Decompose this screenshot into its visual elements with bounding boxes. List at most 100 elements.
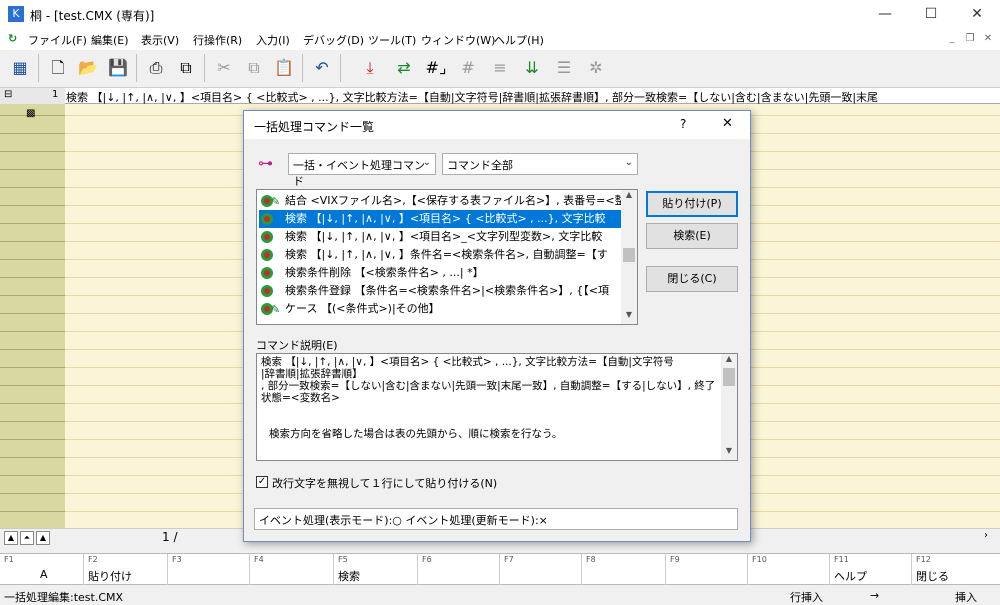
menu-tools[interactable]: ツール(T): [368, 32, 416, 48]
sort-icon[interactable]: ⇊: [518, 54, 546, 82]
ignore-newline-checkbox[interactable]: ✓: [256, 476, 268, 488]
prev-page-icon[interactable]: ⏶: [20, 531, 34, 545]
pen-icon: ✎: [271, 303, 281, 316]
chevron-down-icon: ⌄: [422, 157, 431, 168]
download-icon[interactable]: ⤓: [356, 54, 384, 82]
dialog-help-button[interactable]: ?: [680, 117, 686, 131]
category-combo[interactable]: 一括・イベント処理コマンド ⌄: [288, 153, 436, 188]
list-jump-icon[interactable]: ≡: [486, 54, 514, 82]
next-page-icon[interactable]: ▲: [36, 531, 50, 545]
fkey-f7[interactable]: F7: [500, 554, 582, 585]
command-icon: [261, 213, 273, 225]
command-icon: [261, 285, 273, 297]
description-scrollbar[interactable]: ▲ ▼: [721, 354, 737, 460]
dialog-title: 一括処理コマンド一覧: [254, 120, 375, 134]
fkey-f11[interactable]: F11 ヘルプ: [830, 554, 912, 585]
first-page-icon[interactable]: ▲: [4, 531, 18, 545]
command-icon: [261, 267, 273, 279]
fkey-f10[interactable]: F10: [748, 554, 830, 585]
description-line: , 部分一致検索=【しない|含む|含まない|先頭一致|末尾一致】, 自動調整=【…: [261, 380, 716, 392]
fkey-f3[interactable]: F3: [168, 554, 250, 585]
status-row-insert: 行挿入: [790, 591, 823, 604]
menu-input[interactable]: 入力(I): [256, 32, 290, 48]
status-bar: 一括処理編集:test.CMX 行挿入 → 挿入: [0, 586, 1000, 605]
list-item[interactable]: ✎ 結合 <VIXファイル名>,【<保存する表ファイル名>】, 表番号=<整数: [259, 192, 637, 210]
list-item[interactable]: 検索 【|↓, |↑, |∧, |∨, 】<項目名>_<文字列型変数>, 文字比…: [259, 228, 621, 246]
description-box[interactable]: 検索 【|↓, |↑, |∧, |∨, 】<項目名> { <比較式> , ...…: [256, 353, 738, 461]
menu-file[interactable]: ファイル(F): [28, 32, 87, 48]
row-expand-icon[interactable]: ⊟: [4, 89, 12, 100]
menu-debug[interactable]: デバッグ(D): [303, 32, 364, 48]
table-icon[interactable]: ▦: [6, 54, 34, 82]
dialog-close-icon[interactable]: ✕: [722, 116, 733, 131]
cut-icon[interactable]: ✂: [210, 54, 238, 82]
save-icon[interactable]: 💾: [104, 54, 132, 82]
command-listbox[interactable]: ✎ 結合 <VIXファイル名>,【<保存する表ファイル名>】, 表番号=<整数 検…: [256, 189, 638, 325]
new-file-icon[interactable]: 🗋: [44, 54, 72, 82]
list-item[interactable]: ✎ ケース 【(<条件式>)|その他】: [259, 300, 621, 318]
hash-disabled-icon[interactable]: #: [454, 54, 482, 82]
swap-icon[interactable]: ⇄: [390, 54, 418, 82]
scroll-right-icon[interactable]: ›: [984, 530, 988, 541]
bug-icon[interactable]: ✲: [582, 54, 610, 82]
close-button[interactable]: ✕: [954, 0, 1000, 30]
mdi-restore-icon[interactable]: ❐: [962, 33, 978, 47]
scroll-up-icon: ▲: [725, 354, 733, 363]
undo-icon[interactable]: ↶: [308, 54, 336, 82]
status-arrow: →: [870, 589, 880, 602]
list-item[interactable]: 検索 【|↓, |↑, |∧, |∨, 】<項目名> { <比較式> , ...…: [259, 210, 621, 228]
list-item[interactable]: 検索条件削除 【<検索条件名> , ...| *】: [259, 264, 621, 282]
preview-icon[interactable]: ⧉: [172, 54, 200, 82]
scroll-down-icon: ▼: [725, 446, 733, 455]
paste-icon[interactable]: 📋: [270, 54, 298, 82]
fkey-f1[interactable]: F1 A: [0, 554, 84, 585]
command-icon: [261, 231, 273, 243]
row-header: ▩: [0, 88, 65, 528]
fkey-f8[interactable]: F8: [582, 554, 666, 585]
paste-button[interactable]: 貼り付け(P): [646, 191, 738, 217]
list-icon[interactable]: ☰: [550, 54, 578, 82]
mdi-minimize-icon[interactable]: _: [944, 33, 960, 47]
menu-bar: ↻ ファイル(F) 編集(E) 表示(V) 行操作(R) 入力(I) デバッグ(…: [0, 30, 1000, 50]
scroll-up-icon: ▲: [625, 190, 633, 199]
window-title: 桐 - [test.CMX (専有)]: [30, 9, 155, 23]
description-line: 状態=<変数名>: [261, 392, 340, 404]
menu-help[interactable]: ヘルプ(H): [494, 32, 544, 48]
fkey-f12[interactable]: F12 閉じる: [912, 554, 1000, 585]
maximize-button[interactable]: ☐: [908, 0, 954, 30]
open-folder-icon[interactable]: 📂: [74, 54, 102, 82]
status-insert: 挿入: [955, 591, 977, 604]
description-line: 検索方向を省略した場合は表の先頭から、順に検索を行なう。: [269, 428, 563, 440]
fkey-f5[interactable]: F5 検索: [334, 554, 418, 585]
search-button[interactable]: 検索(E): [646, 223, 738, 249]
print-icon[interactable]: ⎙: [142, 54, 170, 82]
scroll-thumb: [723, 368, 735, 386]
menu-edit[interactable]: 編集(E): [91, 32, 129, 48]
scroll-thumb: [623, 248, 635, 262]
description-label: コマンド説明(E): [256, 339, 338, 352]
list-scrollbar[interactable]: ▲ ▼: [621, 190, 637, 324]
scroll-down-icon: ▼: [625, 310, 633, 319]
hash-icon[interactable]: #⌟: [422, 54, 450, 82]
menu-row[interactable]: 行操作(R): [193, 32, 242, 48]
command-icon: [261, 249, 273, 261]
close-dialog-button[interactable]: 閉じる(C): [646, 266, 738, 292]
refresh-icon[interactable]: ↻: [8, 32, 17, 45]
pen-icon: ✎: [271, 195, 281, 208]
formula-text[interactable]: 検索 【|↓, |↑, |∧, |∨, 】<項目名> { <比較式> , ...…: [66, 89, 1000, 105]
minimize-button[interactable]: —: [862, 0, 908, 30]
ignore-newline-label[interactable]: 改行文字を無視して１行にして貼り付ける(N): [272, 475, 497, 491]
command-list-dialog: 一括処理コマンド一覧 ? ✕ ⊶ 一括・イベント処理コマンド ⌄ コマンド全部 ⌄ …: [243, 110, 751, 542]
filter-combo[interactable]: コマンド全部 ⌄: [442, 153, 638, 175]
fkey-f4[interactable]: F4: [250, 554, 334, 585]
menu-view[interactable]: 表示(V): [141, 32, 179, 48]
list-item[interactable]: 検索 【|↓, |↑, |∧, |∨, 】条件名=<検索条件名>, 自動調整=【…: [259, 246, 621, 264]
fkey-f2[interactable]: F2 貼り付け: [84, 554, 168, 585]
menu-window[interactable]: ウィンドウ(W): [421, 32, 495, 48]
list-item[interactable]: 検索条件登録 【条件名=<検索条件名>|<検索条件名>】, {【<項: [259, 282, 621, 300]
fkey-f9[interactable]: F9: [666, 554, 748, 585]
fkey-f6[interactable]: F6: [418, 554, 500, 585]
mdi-close-icon[interactable]: ✕: [980, 33, 996, 47]
copy-icon[interactable]: ⧉: [240, 54, 268, 82]
title-bar: K 桐 - [test.CMX (専有)] — ☐ ✕: [0, 0, 1000, 30]
